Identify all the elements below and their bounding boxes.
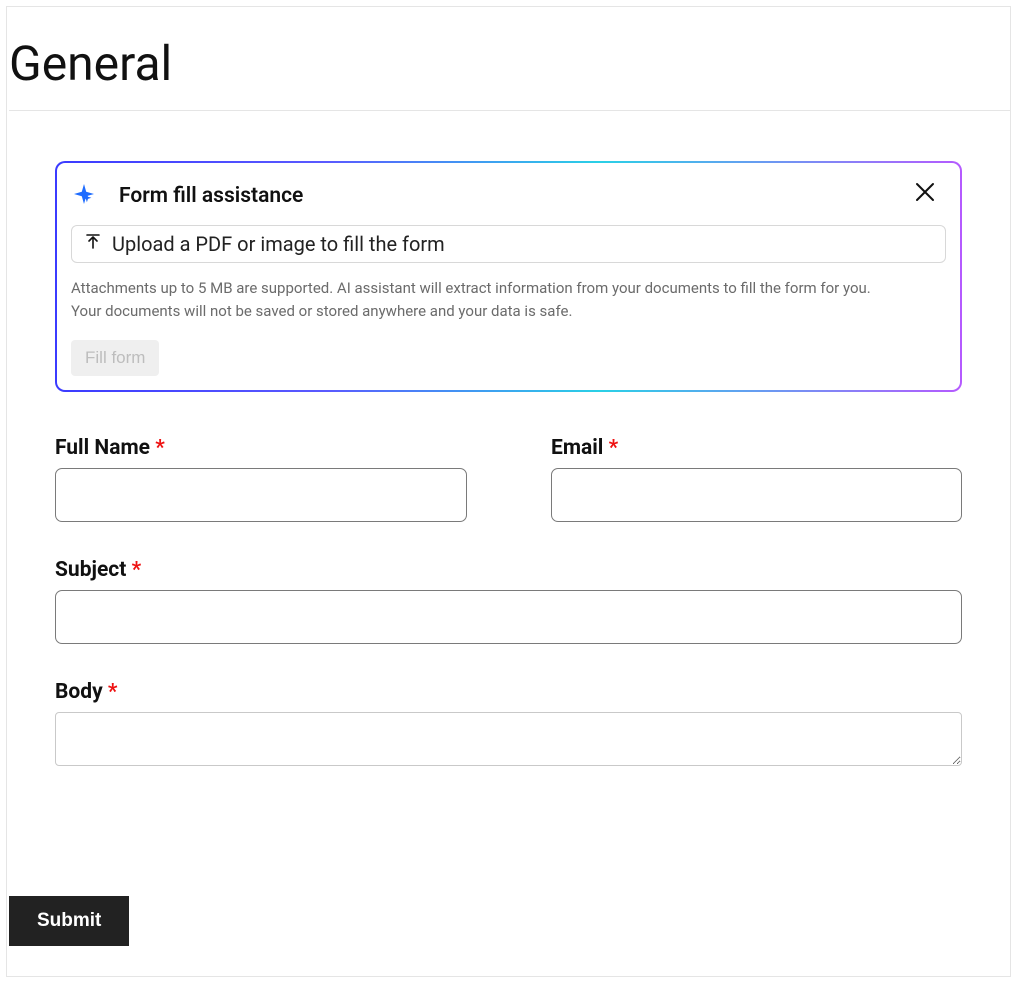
sparkle-icon	[71, 181, 101, 211]
assist-title: Form fill assistance	[119, 184, 303, 208]
subject-label-text: Subject	[55, 558, 126, 582]
full-name-label: Full Name *	[55, 436, 467, 460]
upload-box[interactable]: Upload a PDF or image to fill the form	[71, 225, 946, 263]
page-title: General	[9, 7, 1010, 111]
email-label: Email *	[551, 436, 962, 460]
footer-row: Submit	[7, 896, 1010, 946]
fill-form-button[interactable]: Fill form	[71, 340, 159, 376]
assist-helper-text: Attachments up to 5 MB are supported. AI…	[71, 277, 946, 324]
email-label-text: Email	[551, 436, 603, 460]
field-email: Email *	[551, 436, 962, 522]
email-input[interactable]	[551, 468, 962, 522]
full-name-input[interactable]	[55, 468, 467, 522]
form-fill-assistance-panel: Form fill assistance Upload a PDF or ima…	[55, 161, 962, 392]
submit-button[interactable]: Submit	[9, 896, 129, 946]
field-full-name: Full Name *	[55, 436, 467, 522]
form-grid: Full Name * Email * Subject *	[55, 436, 962, 806]
form-fill-assistance-inner: Form fill assistance Upload a PDF or ima…	[57, 163, 960, 390]
field-body: Body *	[55, 680, 962, 770]
assist-helper-line-2: Your documents will not be saved or stor…	[71, 300, 946, 323]
subject-input[interactable]	[55, 590, 962, 644]
full-name-label-text: Full Name	[55, 436, 150, 460]
content-area: Form fill assistance Upload a PDF or ima…	[7, 111, 1010, 816]
body-label: Body *	[55, 680, 962, 704]
body-label-text: Body	[55, 680, 103, 704]
close-assist-button[interactable]	[910, 177, 940, 210]
subject-label: Subject *	[55, 558, 962, 582]
upload-icon	[84, 232, 102, 256]
required-mark: *	[155, 436, 165, 460]
required-mark: *	[132, 558, 142, 582]
assist-helper-line-1: Attachments up to 5 MB are supported. AI…	[71, 277, 946, 300]
field-subject: Subject *	[55, 558, 962, 644]
required-mark: *	[609, 436, 619, 460]
body-input[interactable]	[55, 712, 962, 766]
upload-label: Upload a PDF or image to fill the form	[112, 232, 445, 256]
page-container: General	[6, 6, 1011, 977]
required-mark: *	[108, 680, 118, 704]
assist-header: Form fill assistance	[71, 181, 946, 211]
close-icon	[914, 191, 936, 206]
